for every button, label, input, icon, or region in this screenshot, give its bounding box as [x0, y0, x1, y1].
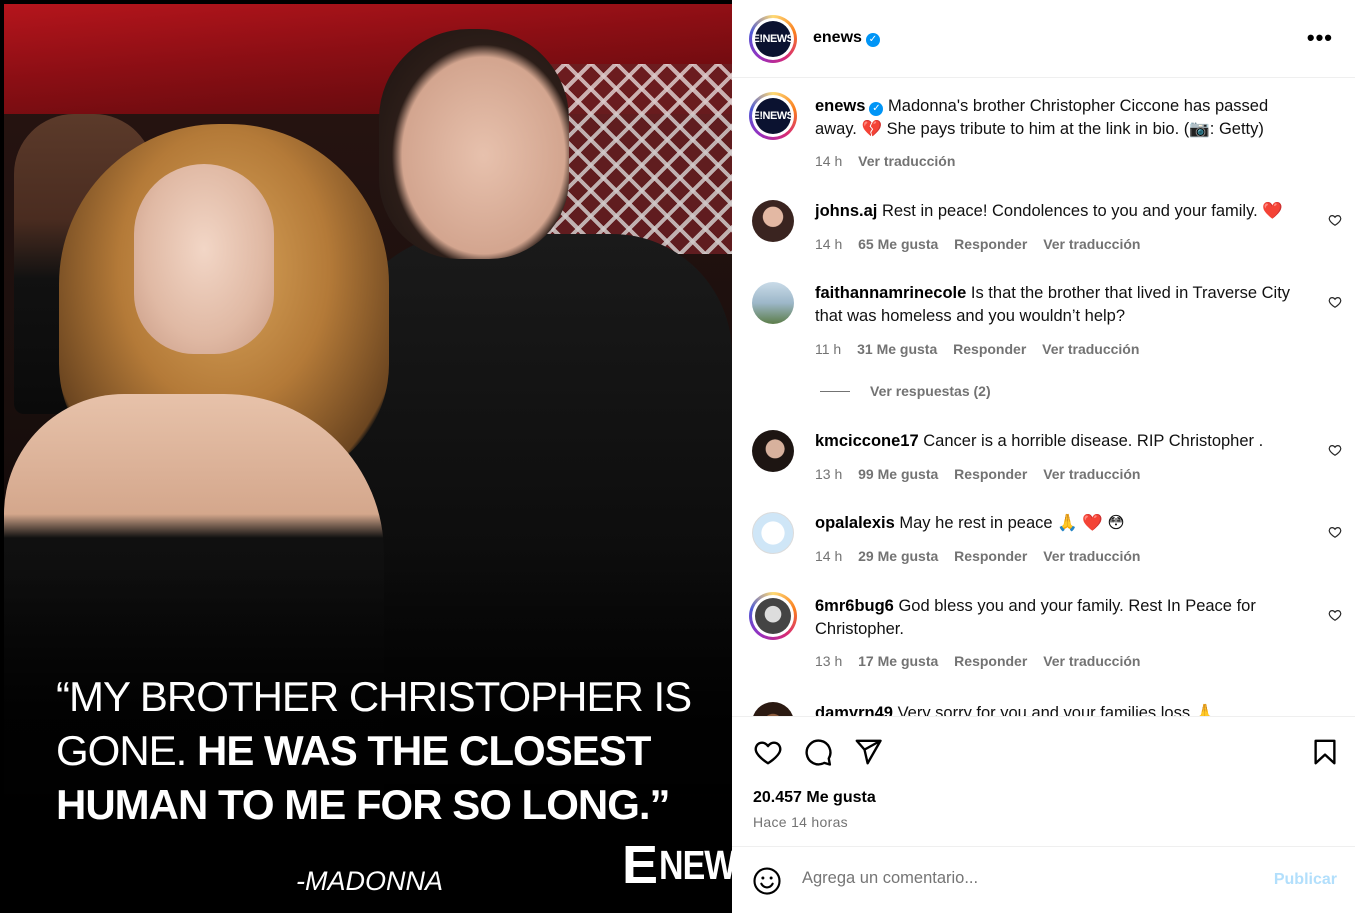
comment-body: May he rest in peace 🙏 ❤️ 😳: [899, 514, 1125, 532]
likes-count[interactable]: 20.457 Me gusta: [753, 789, 876, 807]
comment-avatar[interactable]: [752, 200, 794, 242]
view-replies-link[interactable]: Ver respuestas (2): [820, 383, 991, 399]
header-username[interactable]: enews: [813, 29, 862, 46]
photo-woman-face: [134, 164, 274, 354]
view-replies-label: Ver respuestas (2): [870, 383, 991, 399]
comment-avatar[interactable]: [749, 592, 797, 640]
caption-meta: 14 h Ver traducción: [815, 153, 967, 169]
publish-button[interactable]: Publicar: [1274, 871, 1337, 889]
comment-composer: Publicar: [732, 846, 1355, 913]
comment-meta: 13 h 17 Me gusta Responder Ver traducció…: [815, 653, 1152, 669]
comment-text: 6mr6bug6 God bless you and your family. …: [815, 595, 1305, 641]
comment-likes[interactable]: 65 Me gusta: [858, 236, 938, 252]
comment-body: Very sorry for you and your families los…: [897, 704, 1216, 716]
emoji-icon[interactable]: [752, 866, 782, 896]
comment-avatar[interactable]: [752, 512, 794, 554]
like-comment-icon[interactable]: [1328, 295, 1342, 309]
watermark-e: E: [622, 835, 658, 895]
header-avatar[interactable]: E!NEWS: [749, 15, 797, 63]
comment-meta: 11 h 31 Me gusta Responder Ver traducció…: [815, 341, 1151, 357]
comment-input[interactable]: [802, 869, 1242, 888]
photo-man-head: [379, 29, 569, 259]
post-side-panel: E!NEWS enews ✓ ••• E!NEWS enews ✓ Madonna'…: [732, 0, 1355, 913]
comment-text: faithannamrinecole Is that the brother t…: [815, 282, 1305, 328]
comments-list[interactable]: E!NEWS enews ✓ Madonna's brother Christop…: [732, 78, 1355, 716]
comment-avatar[interactable]: [752, 702, 794, 716]
caption-avatar[interactable]: E!NEWS: [749, 92, 797, 140]
translate-link[interactable]: Ver traducción: [1043, 548, 1140, 564]
caption-avatar-logo: E!NEWS: [753, 98, 794, 134]
comment-body: Rest in peace! Condolences to you and yo…: [881, 202, 1283, 220]
reply-link[interactable]: Responder: [954, 236, 1027, 252]
more-options-icon[interactable]: •••: [1307, 27, 1333, 49]
post-quote: “MY BROTHER CHRISTOPHER IS GONE. HE WAS …: [56, 670, 696, 832]
comment-username[interactable]: faithannamrinecole: [815, 284, 966, 302]
instagram-post-modal: “MY BROTHER CHRISTOPHER IS GONE. HE WAS …: [0, 0, 1355, 913]
comment-username[interactable]: johns.aj: [815, 202, 877, 220]
comment-meta: 14 h 29 Me gusta Responder Ver traducció…: [815, 548, 1152, 564]
translate-link[interactable]: Ver traducción: [1043, 653, 1140, 669]
translate-link[interactable]: Ver traducción: [1043, 466, 1140, 482]
post-actions: 20.457 Me gusta Hace 14 horas: [732, 716, 1355, 846]
comment-username[interactable]: kmciccone17: [815, 432, 919, 450]
comment-meta: 13 h 99 Me gusta Responder Ver traducció…: [815, 466, 1152, 482]
share-icon[interactable]: [853, 737, 883, 767]
comment-body: Cancer is a horrible disease. RIP Christ…: [923, 432, 1264, 450]
like-comment-icon[interactable]: [1328, 525, 1342, 539]
comment-username[interactable]: 6mr6bug6: [815, 597, 894, 615]
comment-username[interactable]: damyrn49: [815, 704, 893, 716]
header-user: enews ✓: [813, 29, 880, 47]
reply-link[interactable]: Responder: [954, 466, 1027, 482]
comment-time: 11 h: [815, 341, 842, 357]
caption-text: enews ✓ Madonna's brother Christopher Cic…: [815, 95, 1305, 141]
translate-link[interactable]: Ver traducción: [1042, 341, 1139, 357]
comment-avatar[interactable]: [752, 430, 794, 472]
comment-text: opalalexis May he rest in peace 🙏 ❤️ 😳: [815, 512, 1305, 535]
reply-link[interactable]: Responder: [953, 341, 1026, 357]
comment-likes[interactable]: 17 Me gusta: [858, 653, 938, 669]
quote-line-2-thin: GONE.: [56, 727, 187, 774]
like-comment-icon[interactable]: [1328, 608, 1342, 622]
reply-link[interactable]: Responder: [954, 548, 1027, 564]
comment-time: 13 h: [815, 653, 843, 669]
caption-username[interactable]: enews: [815, 97, 865, 115]
caption-translate-link[interactable]: Ver traducción: [858, 153, 955, 169]
verified-badge-icon: ✓: [865, 33, 880, 47]
quote-line-1: “MY BROTHER CHRISTOPHER IS: [56, 673, 692, 720]
comment-avatar-image: [755, 598, 791, 634]
like-comment-icon[interactable]: [1328, 443, 1342, 457]
like-comment-icon[interactable]: [1328, 213, 1342, 227]
verified-badge-icon: ✓: [869, 102, 884, 116]
comment-meta: 14 h 65 Me gusta Responder Ver traducció…: [815, 236, 1152, 252]
post-time: Hace 14 horas: [753, 814, 848, 830]
caption-time: 14 h: [815, 153, 843, 169]
avatar-logo: E!NEWS: [753, 21, 794, 57]
comment-text: johns.aj Rest in peace! Condolences to y…: [815, 200, 1305, 223]
quote-attribution: -MADONNA: [296, 866, 443, 896]
comment-avatar[interactable]: [752, 282, 794, 324]
comment-time: 14 h: [815, 548, 843, 564]
comment-time: 13 h: [815, 466, 843, 482]
quote-line-2-bold: HE WAS THE CLOSEST: [197, 727, 651, 774]
comment-likes[interactable]: 29 Me gusta: [858, 548, 938, 564]
bookmark-icon[interactable]: [1310, 737, 1340, 767]
comment-text: damyrn49 Very sorry for you and your fam…: [815, 702, 1305, 716]
comment-text: kmciccone17 Cancer is a horrible disease…: [815, 430, 1305, 453]
reply-link[interactable]: Responder: [954, 653, 1027, 669]
comment-likes[interactable]: 31 Me gusta: [857, 341, 937, 357]
caption-body: Madonna's brother Christopher Ciccone ha…: [815, 97, 1269, 138]
comment-username[interactable]: opalalexis: [815, 514, 895, 532]
post-header: E!NEWS enews ✓ •••: [732, 0, 1355, 78]
comment-icon[interactable]: [803, 737, 833, 767]
comment-likes[interactable]: 99 Me gusta: [858, 466, 938, 482]
replies-divider: [820, 391, 850, 392]
quote-line-3: HUMAN TO ME FOR SO LONG.”: [56, 781, 671, 828]
translate-link[interactable]: Ver traducción: [1043, 236, 1140, 252]
comment-time: 14 h: [815, 236, 843, 252]
heart-icon[interactable]: [753, 737, 783, 767]
